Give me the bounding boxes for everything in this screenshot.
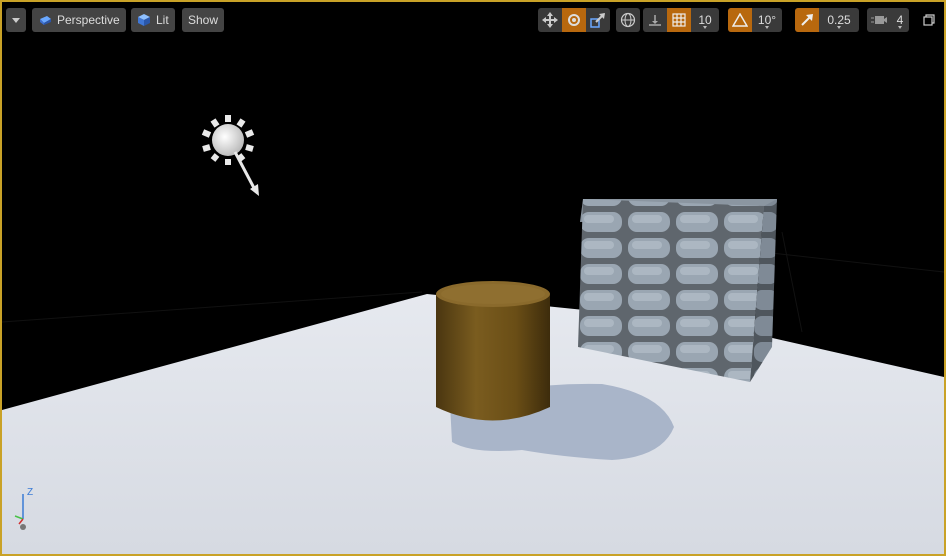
world-local-icon[interactable] — [616, 8, 640, 32]
view-mode-button[interactable]: Perspective — [32, 8, 126, 32]
angle-icon[interactable] — [728, 8, 752, 32]
camera-speed-value[interactable]: 4 — [891, 8, 909, 32]
scene-render[interactable] — [2, 2, 944, 554]
show-button[interactable]: Show — [182, 8, 225, 32]
rotation-snap-value[interactable]: 10° — [752, 8, 782, 32]
scale-icon[interactable] — [586, 8, 610, 32]
wood-cylinder[interactable] — [436, 281, 550, 421]
grid-snap-value[interactable]: 10 — [691, 8, 719, 32]
surface-snap-icon[interactable] — [643, 8, 667, 32]
dropdown-arrow-icon — [12, 17, 20, 23]
light-bulb-icon[interactable] — [201, 115, 259, 196]
translate-icon[interactable] — [538, 8, 562, 32]
viewport-options-button[interactable] — [6, 8, 26, 32]
level-viewport[interactable]: Z Perspective Lit Show 10 10° 0.25 4 — [0, 0, 946, 556]
lighting-mode-label: Lit — [156, 13, 169, 27]
maximize-icon[interactable] — [920, 8, 938, 32]
grid-icon[interactable] — [667, 8, 691, 32]
view-mode-label: Perspective — [57, 13, 120, 27]
axis-gizmo: Z — [14, 487, 33, 530]
lit-cube-icon — [138, 14, 150, 26]
show-label: Show — [188, 13, 219, 27]
scale-arrow-icon[interactable] — [795, 8, 819, 32]
scale-snap-value[interactable]: 0.25 — [819, 8, 859, 32]
lighting-mode-button[interactable]: Lit — [131, 8, 175, 32]
axis-z-label: Z — [27, 487, 33, 498]
perspective-cube-icon — [40, 16, 51, 25]
camera-speed-icon[interactable] — [867, 8, 891, 32]
rotate-icon[interactable] — [562, 8, 586, 32]
